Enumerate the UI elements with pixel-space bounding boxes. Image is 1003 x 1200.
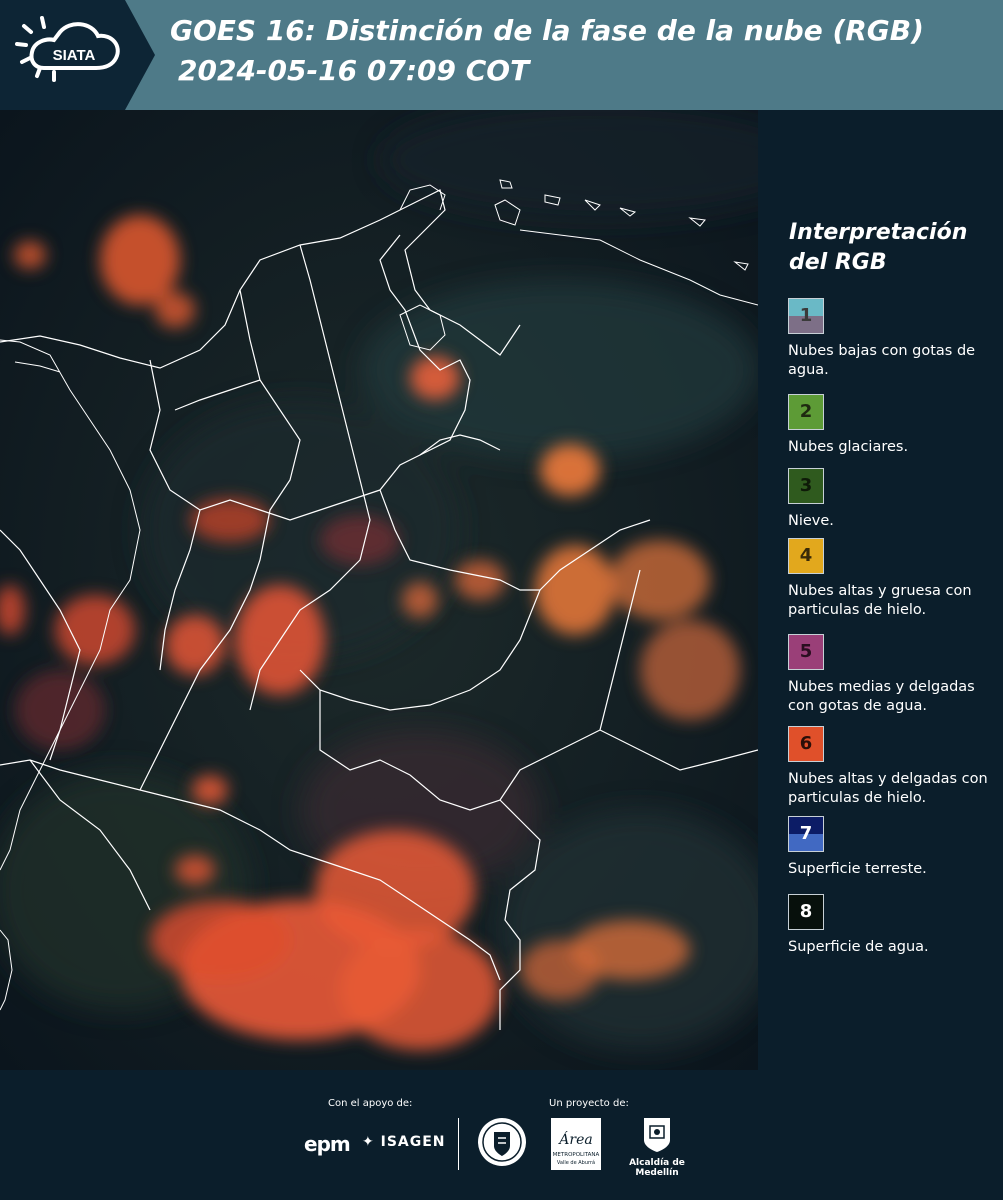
logo-text: SIATA [53,47,96,64]
legend-panel: Interpretación del RGB 1 Nubes bajas con… [760,110,1003,1070]
satellite-map[interactable] [0,110,758,1070]
epm-logo: epm [304,1132,351,1156]
legend-label: Superficie terreste. [788,861,927,877]
rgb-composite-image [0,110,758,1070]
isagen-text: ISAGEN [380,1134,446,1150]
svg-text:Área: Área [557,1130,592,1148]
legend-label: Nieve. [788,513,834,529]
isagen-mark-icon: ✦ [362,1134,375,1150]
legend-swatch-3: 3 [788,468,824,504]
legend-number: 4 [799,545,813,566]
svg-text:METROPOLITANA: METROPOLITANA [553,1152,600,1158]
legend-item-2: 2 Nubes glaciares. [788,394,1000,457]
legend-item-5: 5 Nubes medias y delgadas con gotas de a… [788,634,1000,716]
area-metropolitana-logo: Área METROPOLITANA Valle de Aburrá [551,1118,601,1170]
legend-item-4: 4 Nubes altas y gruesa con particulas de… [788,538,1000,620]
legend-item-1: 1 Nubes bajas con gotas de agua. [788,298,1000,380]
isagen-logo: ✦ ISAGEN [362,1134,446,1150]
medellin-shield-icon [644,1118,670,1152]
legend-number: 8 [799,901,813,922]
legend-item-6: 6 Nubes altas y delgadas con particulas … [788,726,1000,808]
legend-label: Nubes medias y delgadas con gotas de agu… [788,679,975,714]
legend-label: Nubes bajas con gotas de agua. [788,343,976,378]
legend-number: 3 [799,475,813,496]
legend-item-7: 7 Superficie terreste. [788,816,1000,879]
legend-label: Nubes altas y gruesa con particulas de h… [788,583,972,618]
legend-number: 2 [799,401,813,422]
legend-swatch-2: 2 [788,394,824,430]
legend-label: Nubes glaciares. [788,439,909,455]
legend-title: Interpretación del RGB [789,220,968,275]
timestamp: 2024-05-16 07:09 COT [178,54,530,87]
medellin-text: Alcaldía de Medellín [629,1158,685,1178]
legend-number: 1 [799,305,813,326]
alcaldia-medellin-logo: Alcaldía de Medellín [612,1116,702,1178]
page-title: GOES 16: Distinción de la fase de la nub… [170,14,924,47]
legend-label: Superficie de agua. [788,939,929,955]
legend-number: 7 [799,823,813,844]
support-label: Con el apoyo de: [328,1098,413,1109]
legend-number: 6 [799,733,813,754]
header-bar: SIATA GOES 16: Distinción de la fase de … [0,0,1003,110]
siata-logo: SIATA [0,0,155,110]
legend-swatch-6: 6 [788,726,824,762]
legend-item-8: 8 Superficie de agua. [788,894,1000,957]
svg-text:Valle de Aburrá: Valle de Aburrá [557,1159,595,1166]
footer-divider [458,1118,459,1170]
legend-number: 5 [799,641,813,662]
legend-swatch-8: 8 [788,894,824,930]
legend-swatch-4: 4 [788,538,824,574]
legend-swatch-7: 7 [788,816,824,852]
legend-item-3: 3 Nieve. [788,468,1000,531]
legend-swatch-5: 5 [788,634,824,670]
project-label: Un proyecto de: [549,1098,629,1109]
university-seal-icon [478,1118,526,1166]
footer: Con el apoyo de: Un proyecto de: epm ✦ I… [0,1070,1003,1200]
legend-swatch-1: 1 [788,298,824,334]
legend-label: Nubes altas y delgadas con particulas de… [788,771,988,806]
